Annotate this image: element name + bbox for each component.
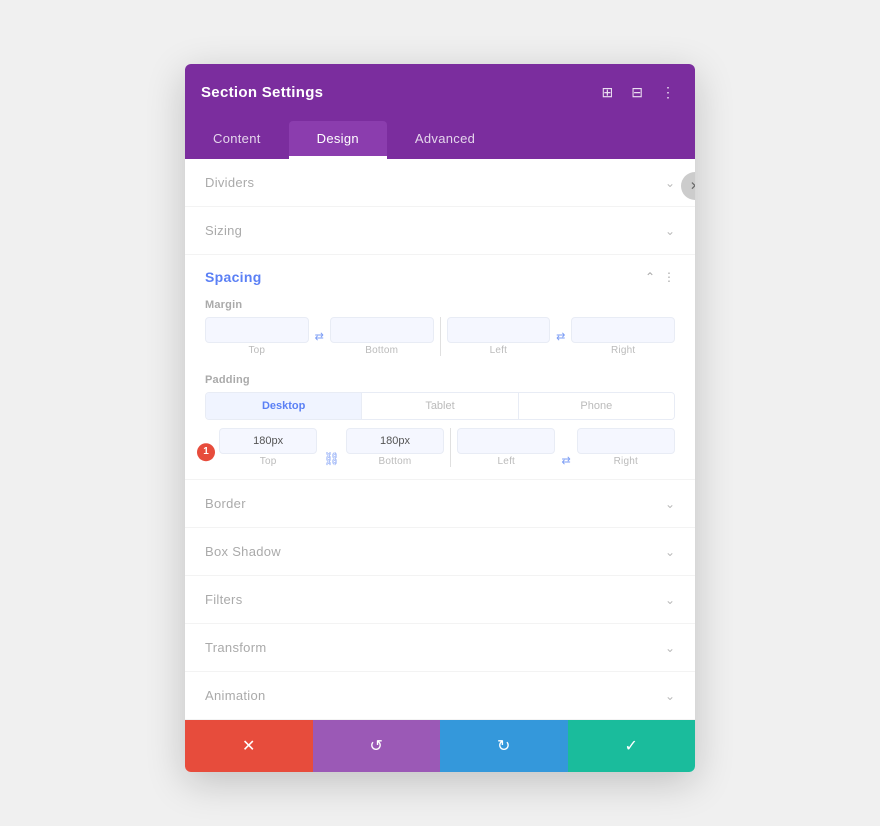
padding-bottom-cell: Bottom: [346, 428, 444, 467]
margin-top-label: Top: [248, 345, 265, 356]
padding-top-cell: Top: [219, 428, 317, 467]
padding-top-label: Top: [260, 456, 277, 467]
panel-footer: ✕ ↺ ↻ ✓: [185, 720, 695, 772]
margin-link-icon-2[interactable]: ⇄: [554, 317, 567, 356]
dividers-chevron: ⌄: [665, 176, 675, 190]
spacing-collapse-icon[interactable]: ⌃: [645, 270, 655, 284]
margin-top-input[interactable]: [205, 317, 309, 343]
margin-right-label: Right: [611, 345, 635, 356]
tab-design[interactable]: Design: [289, 121, 387, 159]
margin-link-icon[interactable]: ⇄: [313, 317, 326, 356]
tab-advanced[interactable]: Advanced: [387, 121, 503, 159]
animation-section[interactable]: Animation ⌄: [185, 672, 695, 720]
filters-chevron: ⌄: [665, 593, 675, 607]
fullscreen-icon[interactable]: ⊞: [598, 82, 618, 103]
more-icon[interactable]: ⋮: [657, 82, 679, 103]
panel-body: Dividers ⌄ Sizing ⌄ Spacing ⌃ ⋮ Margin: [185, 159, 695, 720]
sizing-label: Sizing: [205, 223, 242, 238]
margin-bottom-label: Bottom: [365, 345, 398, 356]
spacing-more-icon[interactable]: ⋮: [663, 270, 675, 284]
animation-chevron: ⌄: [665, 689, 675, 703]
filters-section[interactable]: Filters ⌄: [185, 576, 695, 624]
margin-left-label: Left: [490, 345, 507, 356]
split-icon[interactable]: ⊟: [627, 82, 647, 103]
box-shadow-label: Box Shadow: [205, 544, 281, 559]
padding-label-group: Padding: [185, 370, 695, 386]
padding-inputs-row: 1 Top ⛓ Bottom Left ⇄ Right: [185, 428, 695, 479]
padding-bottom-input[interactable]: [346, 428, 444, 454]
undo-button[interactable]: ↺: [313, 720, 441, 772]
padding-link-icon-2[interactable]: ⇄: [559, 454, 572, 467]
padding-separator: [450, 428, 451, 467]
transform-label: Transform: [205, 640, 266, 655]
margin-left-cell: Left: [447, 317, 551, 356]
box-shadow-section[interactable]: Box Shadow ⌄: [185, 528, 695, 576]
spacing-section: Spacing ⌃ ⋮ Margin Top ⇄ Botto: [185, 255, 695, 480]
padding-top-input[interactable]: [219, 428, 317, 454]
padding-link-icon[interactable]: ⛓: [321, 451, 342, 467]
device-tab-desktop[interactable]: Desktop: [206, 393, 362, 419]
sizing-chevron: ⌄: [665, 224, 675, 238]
panel-header: Section Settings ⊞ ⊟ ⋮: [185, 64, 695, 121]
border-section[interactable]: Border ⌄: [185, 480, 695, 528]
section-settings-panel: Section Settings ⊞ ⊟ ⋮ Content Design Ad…: [185, 64, 695, 772]
margin-group: Margin Top ⇄ Bottom Left: [185, 295, 695, 370]
padding-label: Padding: [205, 374, 675, 386]
redo-button[interactable]: ↻: [440, 720, 568, 772]
margin-right-input[interactable]: [571, 317, 675, 343]
margin-top-cell: Top: [205, 317, 309, 356]
step-badge: 1: [197, 443, 215, 461]
sizing-section[interactable]: Sizing ⌄: [185, 207, 695, 255]
dividers-section[interactable]: Dividers ⌄: [185, 159, 695, 207]
animation-label: Animation: [205, 688, 266, 703]
spacing-header: Spacing ⌃ ⋮: [185, 255, 695, 295]
tab-content[interactable]: Content: [185, 121, 289, 159]
margin-bottom-cell: Bottom: [330, 317, 434, 356]
margin-inputs: Top ⇄ Bottom Left ⇄ Right: [205, 317, 675, 356]
tabs-bar: Content Design Advanced: [185, 121, 695, 159]
filters-label: Filters: [205, 592, 243, 607]
margin-right-cell: Right: [571, 317, 675, 356]
header-icons: ⊞ ⊟ ⋮: [598, 82, 679, 103]
device-tabs: Desktop Tablet Phone: [205, 392, 675, 420]
padding-left-label: Left: [498, 456, 515, 467]
padding-right-label: Right: [614, 456, 638, 467]
margin-left-input[interactable]: [447, 317, 551, 343]
border-label: Border: [205, 496, 246, 511]
save-button[interactable]: ✓: [568, 720, 696, 772]
padding-right-input[interactable]: [577, 428, 675, 454]
transform-section[interactable]: Transform ⌄: [185, 624, 695, 672]
padding-left-cell: Left: [457, 428, 555, 467]
box-shadow-chevron: ⌄: [665, 545, 675, 559]
spacing-header-icons: ⌃ ⋮: [645, 270, 675, 284]
spacing-title: Spacing: [205, 269, 262, 285]
padding-left-input[interactable]: [457, 428, 555, 454]
padding-right-cell: Right: [577, 428, 675, 467]
transform-chevron: ⌄: [665, 641, 675, 655]
margin-separator: [440, 317, 441, 356]
border-chevron: ⌄: [665, 497, 675, 511]
padding-bottom-label: Bottom: [379, 456, 412, 467]
margin-label: Margin: [205, 299, 675, 311]
panel-title: Section Settings: [201, 84, 323, 101]
device-tab-phone[interactable]: Phone: [519, 393, 674, 419]
device-tab-tablet[interactable]: Tablet: [362, 393, 518, 419]
cancel-button[interactable]: ✕: [185, 720, 313, 772]
margin-bottom-input[interactable]: [330, 317, 434, 343]
dividers-label: Dividers: [205, 175, 254, 190]
